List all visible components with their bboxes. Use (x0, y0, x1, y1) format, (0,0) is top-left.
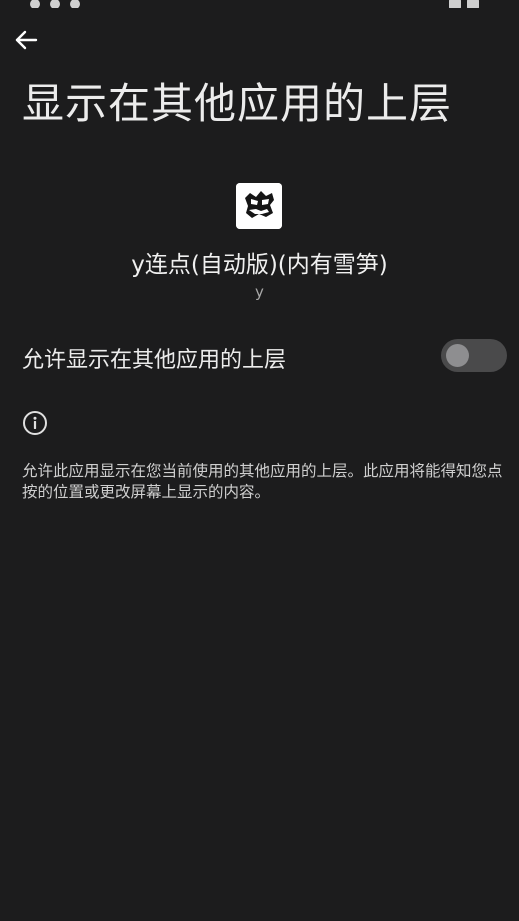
display-over-other-apps-row[interactable]: 允许显示在其他应用的上层 (0, 326, 519, 386)
battery-icon (467, 0, 479, 8)
notification-dot-icon (70, 0, 80, 8)
app-icon (236, 183, 282, 229)
status-system-icons (443, 0, 493, 8)
app-version: y (255, 283, 264, 301)
status-notification-icons (30, 0, 100, 8)
app-name: y连点(自动版)(内有雪笋) (131, 252, 388, 278)
display-over-other-apps-toggle[interactable] (441, 339, 507, 372)
info-icon (22, 410, 48, 436)
toggle-thumb (446, 344, 469, 367)
permission-label: 允许显示在其他应用的上层 (22, 348, 287, 373)
notification-dot-icon (50, 0, 60, 8)
permission-description: 允许此应用显示在您当前使用的其他应用的上层。此应用将能得知您点按的位置或更改屏幕… (22, 462, 503, 501)
signal-icon (449, 0, 461, 8)
page-title: 显示在其他应用的上层 (22, 79, 453, 128)
arrow-back-icon (15, 30, 38, 50)
back-button[interactable] (10, 26, 42, 56)
notification-dot-icon (30, 0, 40, 8)
status-bar (0, 0, 519, 8)
